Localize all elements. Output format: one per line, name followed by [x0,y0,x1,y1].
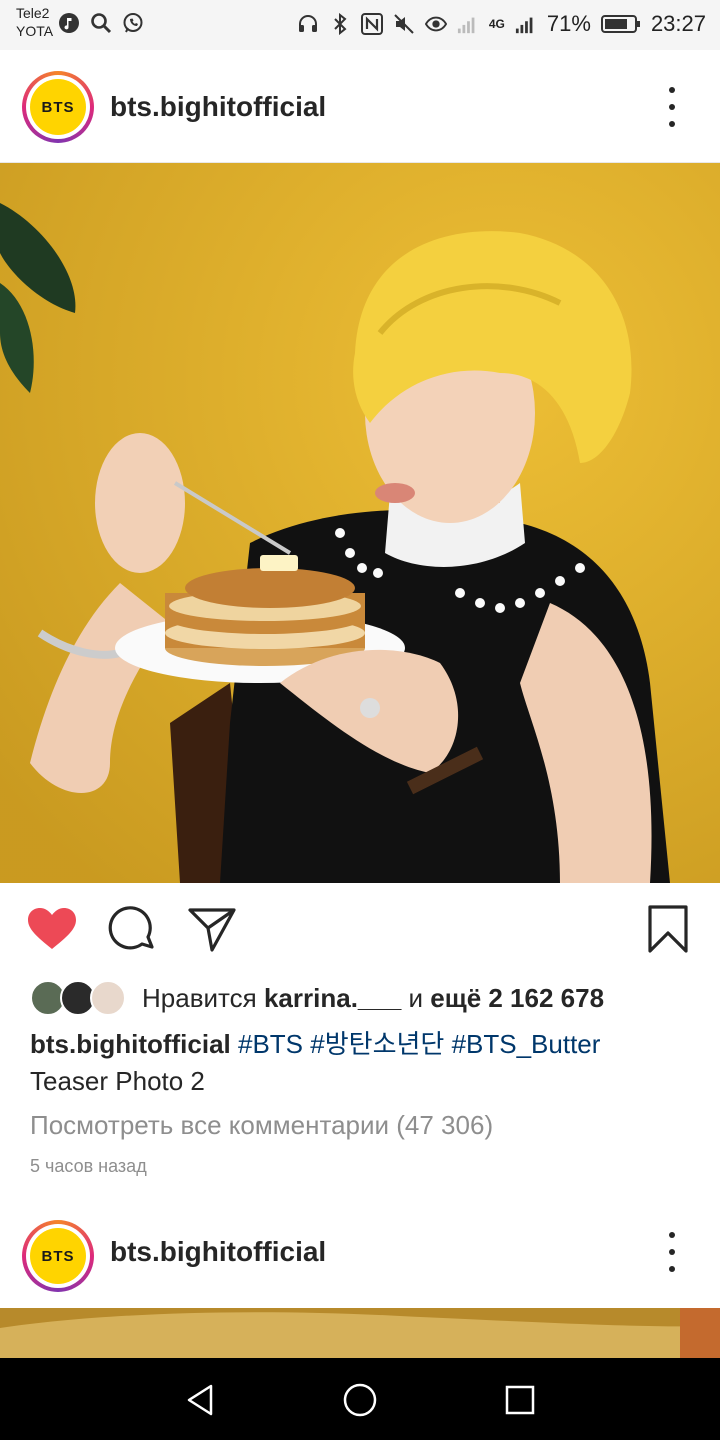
status-bar: Tele2 YOTA 4G 71% 23:27 [0,0,720,50]
more-vertical-icon[interactable] [662,86,682,127]
liked-prefix: Нравится [142,982,257,1013]
next-post-header: BTS bts.bighitofficial [0,1196,720,1308]
status-icons: 4G 71% 23:27 [297,8,706,40]
whatsapp-icon [122,12,144,34]
post-actions [0,884,720,974]
post-photo[interactable] [0,163,720,883]
system-nav-bar [0,1358,720,1440]
carrier-info: Tele2 YOTA [16,4,53,40]
search-icon [90,12,112,34]
photo-illustration [0,1308,720,1358]
home-icon[interactable] [338,1378,382,1422]
avatar-text: BTS [30,1228,86,1284]
nfc-icon [360,13,383,35]
network-type: 4G [488,17,505,31]
recents-icon[interactable] [498,1378,542,1422]
bluetooth-icon [329,13,351,35]
signal-icon [457,13,479,35]
avatar[interactable]: BTS [22,1220,94,1292]
music-icon [58,12,80,34]
caption-text: Teaser Photo 2 [30,1066,205,1096]
photo-illustration [0,163,720,883]
carrier-1: Tele2 [16,5,50,21]
post-timestamp: 5 часов назад [30,1156,147,1176]
headset-icon [297,13,319,35]
mute-icon [393,13,415,35]
comment-icon[interactable] [107,904,157,954]
heart-icon[interactable] [27,904,77,954]
liked-more[interactable]: ещё 2 162 678 [430,983,604,1013]
battery-percent: 71% [546,11,591,36]
bookmark-icon[interactable] [643,904,693,954]
battery-icon [600,13,641,35]
signal-icon-2 [515,13,537,35]
post-username[interactable]: bts.bighitofficial [110,91,326,123]
avatar[interactable]: BTS [22,71,94,143]
post-username[interactable]: bts.bighitofficial [110,1236,326,1268]
liked-by-avatars [30,978,130,1018]
avatar [90,980,126,1016]
caption-username[interactable]: bts.bighitofficial [30,1029,231,1059]
post-header: BTS bts.bighitofficial [0,51,720,163]
notification-icons [58,12,144,34]
carrier-2: YOTA [16,23,54,39]
next-post-photo[interactable] [0,1308,720,1358]
post-caption: bts.bighitofficial #BTS #방탄소년단 #BTS_Butt… [30,1026,690,1100]
avatar-text: BTS [30,79,86,135]
clock: 23:27 [650,11,706,36]
hashtag-bts-butter[interactable]: #BTS_Butter [452,1029,601,1059]
view-comments-link[interactable]: Посмотреть все комментарии (47 306) [30,1110,493,1141]
hashtag-korean[interactable]: #방탄소년단 [310,1029,444,1059]
liked-and: и [408,982,424,1013]
hashtag-bts[interactable]: #BTS [238,1029,303,1059]
liked-user[interactable]: karrina.___ [264,983,401,1013]
likes-text: Нравится karrina.___ и ещё 2 162 678 [142,983,604,1014]
back-icon[interactable] [178,1378,222,1422]
likes-row[interactable]: Нравится karrina.___ и ещё 2 162 678 [30,976,604,1020]
more-vertical-icon[interactable] [662,1232,682,1272]
paper-plane-icon[interactable] [187,904,237,954]
eye-comfort-icon [424,13,447,35]
